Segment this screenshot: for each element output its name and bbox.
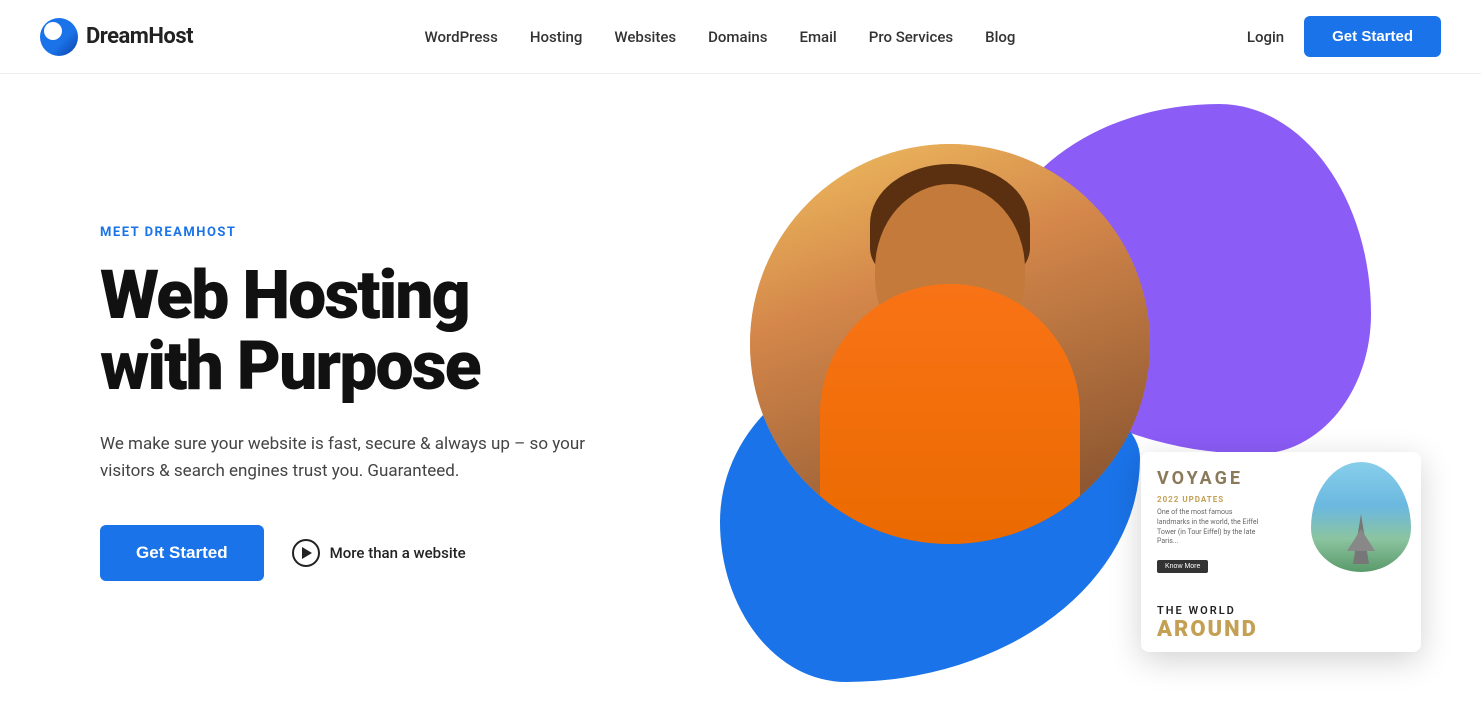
hero-title-line1: Web Hosting xyxy=(100,255,469,335)
nav-links: WordPress Hosting Websites Domains Email… xyxy=(425,28,1016,46)
hero-eyebrow: MEET DREAMHOST xyxy=(100,225,700,240)
logo-icon xyxy=(40,18,78,56)
voyage-update-text: One of the most famous landmarks in the … xyxy=(1157,508,1267,547)
hero-actions: Get Started More than a website xyxy=(100,525,700,581)
hero-get-started-button[interactable]: Get Started xyxy=(100,525,264,581)
more-label: More than a website xyxy=(330,544,466,562)
more-than-website-button[interactable]: More than a website xyxy=(292,539,466,567)
hero-visual: VOYAGE 2022 UPDATES One of the most famo… xyxy=(700,134,1401,672)
hero-subtitle: We make sure your website is fast, secur… xyxy=(100,431,620,485)
voyage-know-more-button[interactable]: Know More xyxy=(1157,560,1208,573)
hero-title-line2: with Purpose xyxy=(100,326,480,406)
nav-domains[interactable]: Domains xyxy=(708,28,767,46)
nav-email[interactable]: Email xyxy=(799,28,836,46)
nav-pro-services[interactable]: Pro Services xyxy=(869,28,953,46)
play-icon xyxy=(292,539,320,567)
logo-text: DreamHost xyxy=(86,24,193,49)
login-link[interactable]: Login xyxy=(1247,28,1284,46)
voyage-the: THE WORLD xyxy=(1157,604,1258,617)
nav-get-started-button[interactable]: Get Started xyxy=(1304,16,1441,57)
hero-person-image xyxy=(750,144,1150,544)
nav-hosting[interactable]: Hosting xyxy=(530,28,583,46)
hero-content: MEET DREAMHOST Web Hosting with Purpose … xyxy=(100,225,700,581)
eiffel-tower-icon xyxy=(1353,514,1369,564)
voyage-world-text: THE WORLD AROUND xyxy=(1157,604,1258,642)
hero-section: MEET DREAMHOST Web Hosting with Purpose … xyxy=(0,74,1481,712)
nav-blog[interactable]: Blog xyxy=(985,28,1015,46)
nav-wordpress[interactable]: WordPress xyxy=(425,28,498,46)
nav-websites[interactable]: Websites xyxy=(614,28,676,46)
voyage-around: AROUND xyxy=(1157,617,1258,642)
person-body xyxy=(820,284,1080,544)
hero-title: Web Hosting with Purpose xyxy=(100,260,700,403)
logo[interactable]: DreamHost xyxy=(40,18,193,56)
person-background xyxy=(750,144,1150,544)
voyage-card: VOYAGE 2022 UPDATES One of the most famo… xyxy=(1141,452,1421,652)
navbar: DreamHost WordPress Hosting Websites Dom… xyxy=(0,0,1481,74)
nav-actions: Login Get Started xyxy=(1247,16,1441,57)
